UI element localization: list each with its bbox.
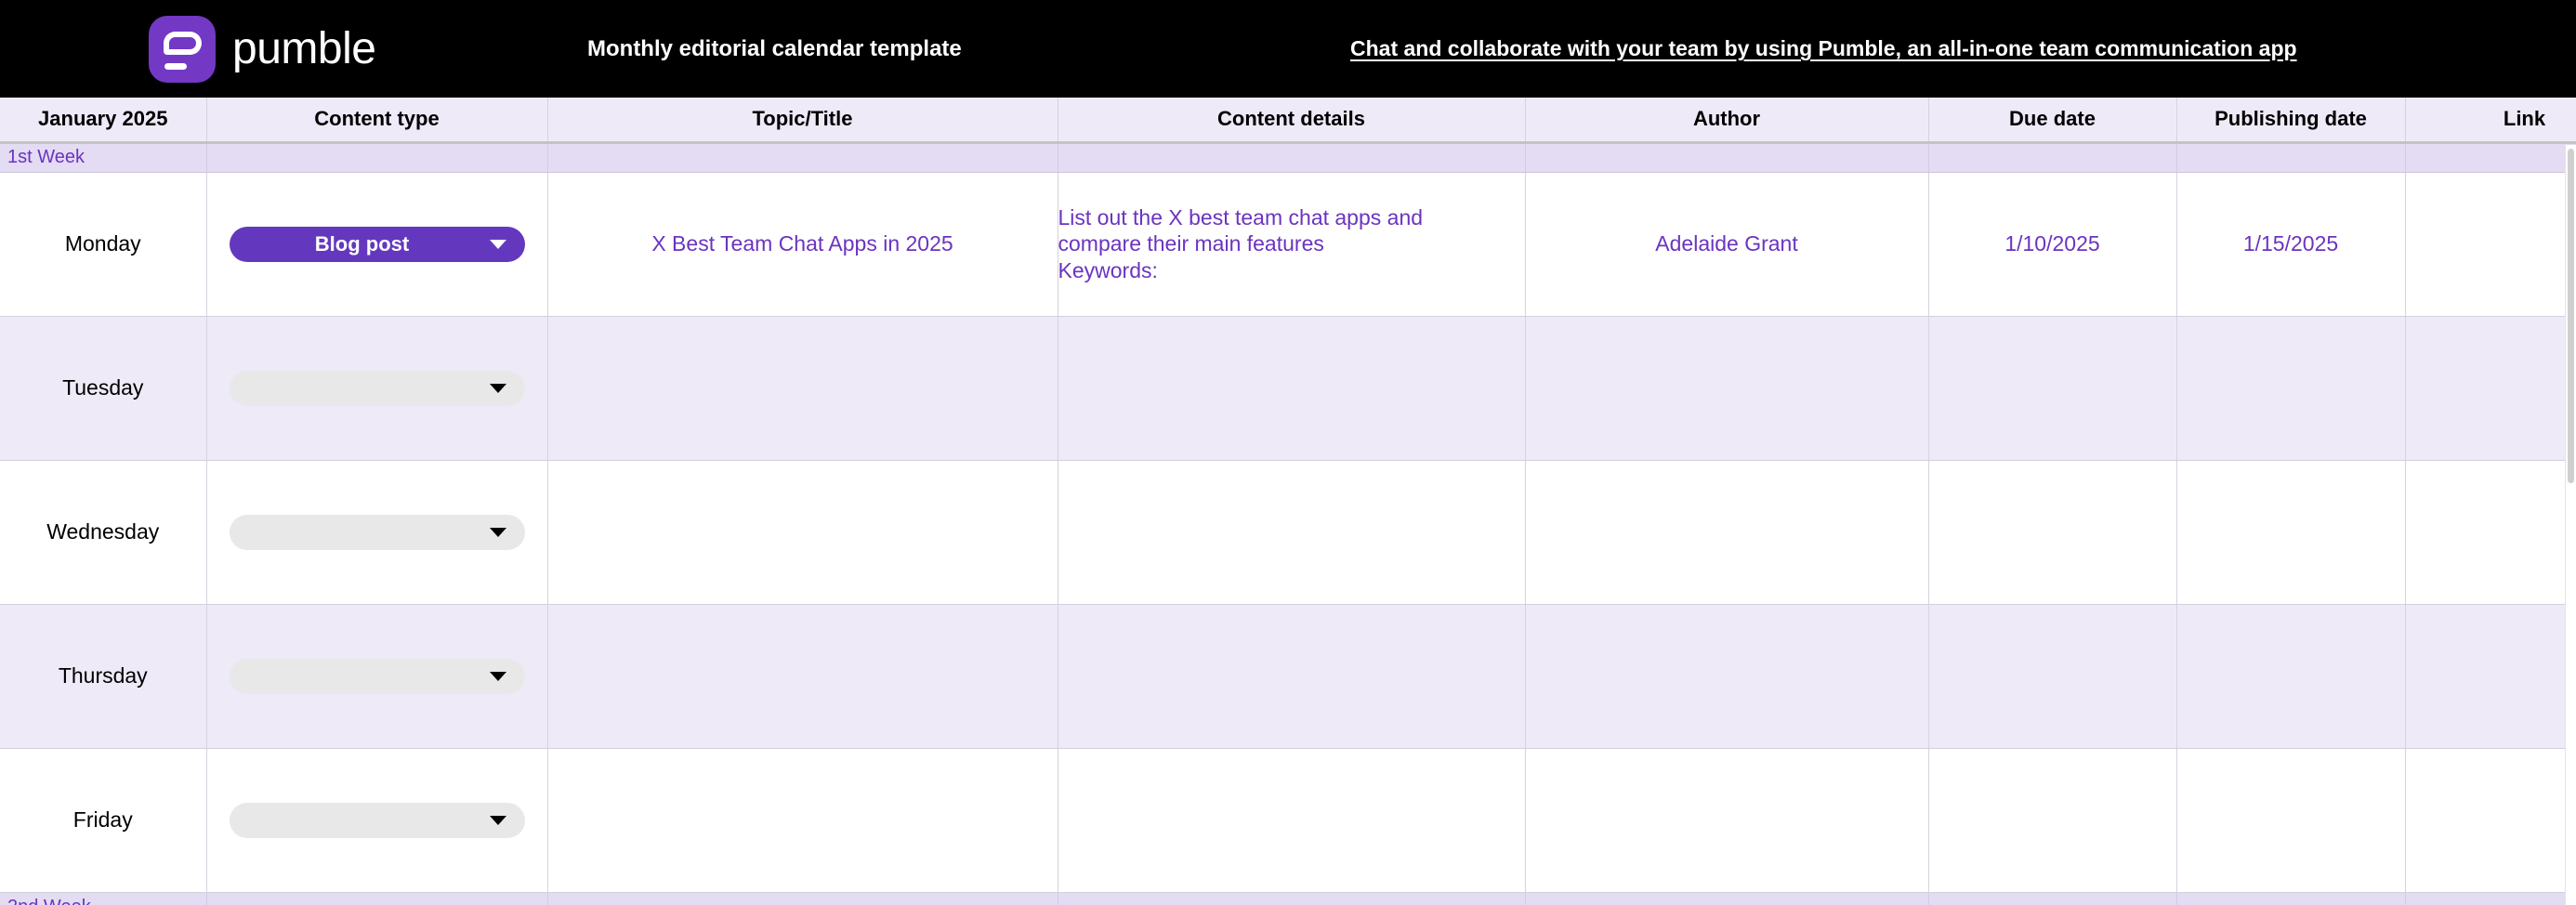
- week-band-cell: [1525, 892, 1929, 905]
- week-band-cell: [1058, 142, 1526, 173]
- cell-content-type[interactable]: [206, 604, 548, 749]
- cell-due-date[interactable]: [1928, 460, 2177, 605]
- content-type-value: Blog post: [314, 231, 410, 256]
- week-band-cell: [547, 892, 1058, 905]
- cell-link[interactable]: [2405, 172, 2576, 317]
- chevron-down-icon: [489, 671, 506, 681]
- cell-due-date[interactable]: [1928, 316, 2177, 461]
- column-header-publishing-date[interactable]: Publishing date: [2176, 98, 2406, 144]
- cell-link[interactable]: [2405, 604, 2576, 749]
- column-header-due-date[interactable]: Due date: [1928, 98, 2177, 144]
- cell-due-date[interactable]: [1928, 604, 2177, 749]
- cell-due-date[interactable]: 1/10/2025: [1928, 172, 2177, 317]
- week-band-cell: [1525, 142, 1929, 173]
- brand-lockup: pumble: [149, 15, 376, 83]
- cell-link[interactable]: [2405, 316, 2576, 461]
- cell-content-type[interactable]: Blog post: [206, 172, 548, 317]
- detail-line: Keywords:: [1058, 257, 1158, 282]
- cell-author[interactable]: [1525, 748, 1929, 893]
- cell-topic[interactable]: [547, 316, 1058, 461]
- cell-content-type[interactable]: [206, 460, 548, 605]
- cell-content-details[interactable]: [1058, 460, 1526, 605]
- week-band-cell: [2176, 142, 2406, 173]
- editorial-calendar-table: January 2025 Content type Topic/Title Co…: [0, 98, 2576, 905]
- content-type-dropdown[interactable]: Blog post: [229, 226, 525, 262]
- cell-author[interactable]: [1525, 316, 1929, 461]
- content-type-dropdown[interactable]: [229, 370, 525, 406]
- cell-publishing-date[interactable]: 1/15/2025: [2176, 172, 2406, 317]
- cell-topic[interactable]: [547, 460, 1058, 605]
- week-band-cell: [2176, 892, 2406, 905]
- week-label: 2nd Week: [0, 892, 207, 905]
- document-title: Monthly editorial calendar template: [587, 35, 962, 61]
- chevron-down-icon: [489, 239, 506, 249]
- table-row: Thursday: [0, 604, 2576, 749]
- cell-topic[interactable]: [547, 748, 1058, 893]
- cell-publishing-date[interactable]: [2176, 604, 2406, 749]
- week-band-cell: [1058, 892, 1526, 905]
- spreadsheet-viewport: January 2025 Content type Topic/Title Co…: [0, 98, 2576, 905]
- week-band-cell: [2405, 892, 2576, 905]
- cell-day[interactable]: Monday: [0, 172, 207, 317]
- table-row: Friday: [0, 748, 2576, 893]
- pumble-logo-icon: [149, 15, 216, 83]
- cell-author[interactable]: [1525, 460, 1929, 605]
- column-header-month[interactable]: January 2025: [0, 98, 207, 144]
- vertical-scrollbar[interactable]: [2565, 145, 2576, 905]
- cell-publishing-date[interactable]: [2176, 316, 2406, 461]
- scrollbar-thumb[interactable]: [2568, 149, 2574, 483]
- cell-publishing-date[interactable]: [2176, 460, 2406, 605]
- cell-due-date[interactable]: [1928, 748, 2177, 893]
- cell-day[interactable]: Wednesday: [0, 460, 207, 605]
- logo-dash-shape: [164, 62, 187, 70]
- cell-topic[interactable]: X Best Team Chat Apps in 2025: [547, 172, 1058, 317]
- table-row: Monday Blog post X Best Team Chat Apps i…: [0, 172, 2576, 317]
- cell-day[interactable]: Friday: [0, 748, 207, 893]
- content-type-dropdown[interactable]: [229, 802, 525, 838]
- week-separator-row: 1st Week: [0, 142, 2576, 173]
- cell-author[interactable]: [1525, 604, 1929, 749]
- column-header-link[interactable]: Link: [2405, 98, 2576, 144]
- table-row: Wednesday: [0, 460, 2576, 605]
- cell-author[interactable]: Adelaide Grant: [1525, 172, 1929, 317]
- week-band-cell: [547, 142, 1058, 173]
- column-header-author[interactable]: Author: [1525, 98, 1929, 144]
- table-body: 1st Week Monday Blog post X Best Team Ch…: [0, 142, 2576, 905]
- table-header-row: January 2025 Content type Topic/Title Co…: [0, 98, 2576, 144]
- week-label: 1st Week: [0, 142, 207, 173]
- cell-content-details[interactable]: List out the X best team chat apps and c…: [1058, 172, 1526, 317]
- chevron-down-icon: [489, 815, 506, 825]
- week-band-cell: [1928, 892, 2177, 905]
- chevron-down-icon: [489, 383, 506, 393]
- app-header: pumble Monthly editorial calendar templa…: [0, 0, 2576, 98]
- cell-content-details[interactable]: [1058, 604, 1526, 749]
- brand-wordmark: pumble: [232, 23, 376, 73]
- week-separator-row: 2nd Week: [0, 892, 2576, 905]
- cell-day[interactable]: Tuesday: [0, 316, 207, 461]
- promo-link[interactable]: Chat and collaborate with your team by u…: [1350, 0, 2297, 98]
- detail-line: List out the X best team chat apps and: [1058, 205, 1424, 230]
- week-band-cell: [1928, 142, 2177, 173]
- speech-bubble-shape: [164, 31, 202, 55]
- cell-day[interactable]: Thursday: [0, 604, 207, 749]
- cell-content-details[interactable]: [1058, 748, 1526, 893]
- cell-content-details[interactable]: [1058, 316, 1526, 461]
- week-band-cell: [206, 892, 548, 905]
- column-header-content-details[interactable]: Content details: [1058, 98, 1526, 144]
- table-row: Tuesday: [0, 316, 2576, 461]
- cell-link[interactable]: [2405, 460, 2576, 605]
- column-header-topic-title[interactable]: Topic/Title: [547, 98, 1058, 144]
- detail-line: compare their main features: [1058, 231, 1324, 256]
- content-type-dropdown[interactable]: [229, 658, 525, 694]
- cell-publishing-date[interactable]: [2176, 748, 2406, 893]
- column-header-content-type[interactable]: Content type: [206, 98, 548, 144]
- week-band-cell: [2405, 142, 2576, 173]
- week-band-cell: [206, 142, 548, 173]
- content-type-dropdown[interactable]: [229, 514, 525, 550]
- cell-link[interactable]: [2405, 748, 2576, 893]
- chevron-down-icon: [489, 527, 506, 537]
- cell-content-type[interactable]: [206, 748, 548, 893]
- cell-content-type[interactable]: [206, 316, 548, 461]
- cell-topic[interactable]: [547, 604, 1058, 749]
